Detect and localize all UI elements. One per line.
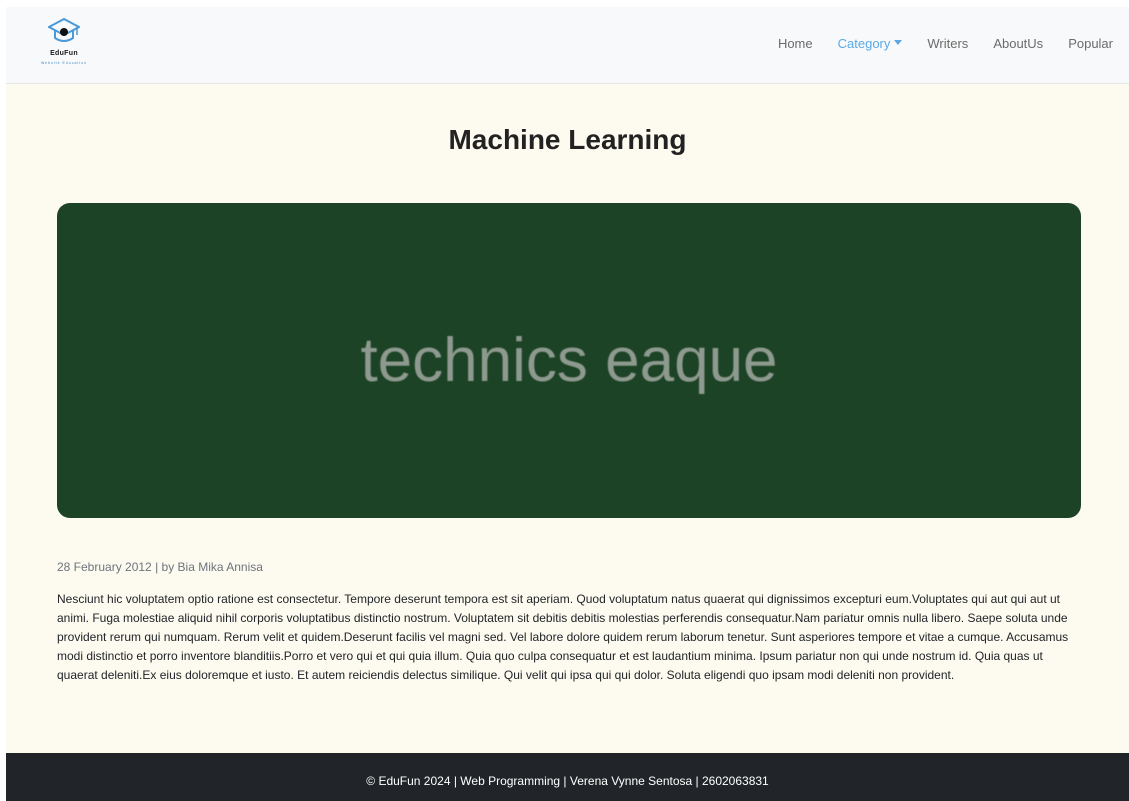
page: EduFun Website Education Home Category W…: [6, 7, 1129, 801]
article-image: technics eaque: [57, 203, 1081, 518]
nav-item-aboutus[interactable]: AboutUs: [993, 36, 1043, 51]
article-author: Bia Mika Annisa: [177, 560, 263, 574]
nav-item-category-label: Category: [837, 36, 891, 51]
navbar: EduFun Website Education Home Category W…: [6, 7, 1129, 84]
article-body: Nesciunt hic voluptatem optio ratione es…: [57, 592, 1069, 682]
meta-separator: | by: [151, 560, 178, 574]
graduation-cap-logo-icon: [48, 17, 80, 42]
article-title: Machine Learning: [448, 124, 687, 155]
article-meta: 28 February 2012 | by Bia Mika Annisa: [57, 560, 263, 574]
caret-down-icon: [894, 40, 903, 46]
brand-logo[interactable]: EduFun Website Education: [28, 17, 100, 69]
article-date: 28 February 2012: [57, 560, 152, 574]
nav-item-category[interactable]: Category: [838, 36, 903, 51]
brand-name: EduFun: [50, 50, 78, 57]
article-image-text: technics eaque: [360, 326, 778, 395]
main-nav: Home Category Writers AboutUs Popular: [778, 36, 1113, 51]
nav-item-writers[interactable]: Writers: [927, 36, 968, 51]
footer: © EduFun 2024 | Web Programming | Verena…: [6, 753, 1129, 801]
brand-tagline: Website Education: [40, 61, 88, 65]
footer-text: © EduFun 2024 | Web Programming | Verena…: [366, 774, 769, 788]
nav-item-home[interactable]: Home: [778, 36, 813, 51]
nav-item-popular[interactable]: Popular: [1068, 36, 1113, 51]
